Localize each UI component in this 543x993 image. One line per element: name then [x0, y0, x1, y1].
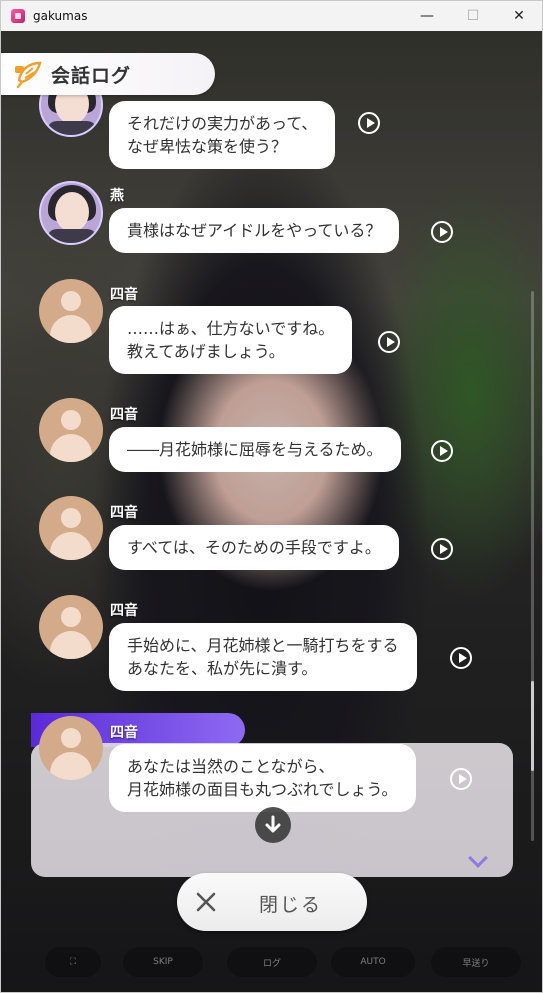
arrow-down-icon — [265, 815, 281, 833]
scrollbar[interactable] — [531, 291, 534, 841]
message-bubble: ――月花姉様に屈辱を与えるため。 — [109, 427, 401, 472]
scroll-thumb[interactable] — [531, 681, 534, 771]
message-line: それだけの実力があって、 — [127, 114, 318, 133]
message-line: 月花姉様の面目も丸つぶれでしょう。 — [127, 780, 398, 799]
avatar — [39, 181, 103, 245]
scroll-to-bottom-button[interactable] — [255, 807, 291, 843]
page-title: 会話ログ — [51, 64, 132, 87]
message-line: 手始めに、月花姉様と一騎打ちをする — [127, 636, 399, 655]
play-voice-icon[interactable] — [450, 768, 472, 790]
close-log-button[interactable]: 閉じる — [177, 873, 367, 931]
conversation-log[interactable]: それだけの実力があって、 なぜ卑怯な策を使う？ 燕 貴様はなぜアイドルをやってい… — [1, 1, 542, 992]
message-bubble: それだけの実力があって、 なぜ卑怯な策を使う？ — [109, 101, 336, 169]
message-bubble: ……はぁ、仕方ないですね。 教えてあげましょう。 — [109, 306, 353, 374]
message-bubble: あなたは当然のことながら、 月花姉様の面目も丸つぶれでしょう。 — [109, 744, 416, 812]
speaker-name: 四音 — [110, 287, 138, 303]
avatar — [39, 496, 103, 560]
speaker-name: 燕 — [110, 188, 124, 204]
play-voice-icon[interactable] — [431, 538, 453, 560]
speaker-name: 四音 — [110, 725, 138, 741]
play-voice-icon[interactable] — [378, 331, 400, 353]
log-header: 会話ログ — [1, 53, 215, 95]
speaker-name: 四音 — [110, 603, 138, 619]
message-line: なぜ卑怯な策を使う？ — [127, 137, 288, 156]
avatar — [39, 279, 103, 343]
message-bubble: 貴様はなぜアイドルをやっている？ — [109, 208, 400, 253]
message-line: 貴様はなぜアイドルをやっている？ — [127, 221, 382, 240]
close-button-label: 閉じる — [259, 894, 323, 916]
message-bubble: すべては、そのための手段ですよ。 — [109, 525, 399, 570]
app-window: gakumas — ☐ ✕ ⛶ SKIP ログ AUTO 早送り 会話ログ それ… — [0, 0, 543, 993]
avatar — [39, 716, 103, 780]
message-bubble: 手始めに、月花姉様と一騎打ちをする あなたを、私が先に潰す。 — [109, 623, 417, 691]
message-line: 教えてあげましょう。 — [127, 342, 285, 361]
message-line: あなたは当然のことながら、 — [127, 757, 335, 776]
speaker-name: 四音 — [110, 505, 138, 521]
avatar — [39, 398, 103, 462]
message-line: すべては、そのための手段ですよ。 — [127, 538, 381, 557]
play-voice-icon[interactable] — [358, 112, 380, 134]
close-icon — [196, 892, 216, 912]
play-voice-icon[interactable] — [431, 221, 453, 243]
message-line: ……はぁ、仕方ないですね。 — [127, 319, 335, 338]
play-voice-icon[interactable] — [431, 440, 453, 462]
avatar — [39, 595, 103, 659]
feather-speech-icon — [15, 61, 42, 89]
message-line: あなたを、私が先に潰す。 — [127, 659, 318, 678]
speaker-name: 四音 — [110, 407, 138, 423]
play-voice-icon[interactable] — [450, 647, 472, 669]
message-line: ――月花姉様に屈辱を与えるため。 — [127, 440, 383, 459]
